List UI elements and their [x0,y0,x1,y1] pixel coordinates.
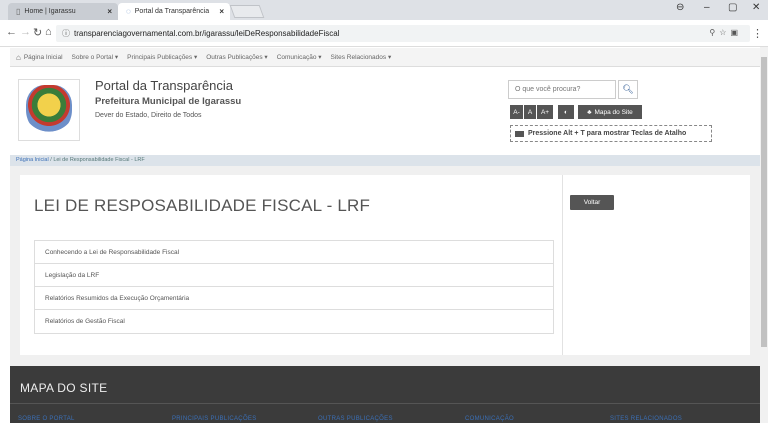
list-item-relatorios-resumidos[interactable]: Relatórios Resumidos da Execução Orçamen… [35,287,553,310]
breadcrumb-home[interactable]: Página Inicial [16,157,49,163]
menu-item-pagina-inicial[interactable]: Página Inicial [24,54,63,61]
site-top-menu: ⌂ Página Inicial Sobre o Portal ▾ Princi… [10,48,760,67]
close-tab-icon[interactable]: × [107,7,112,16]
star-icon[interactable]: ☆ [719,28,730,37]
page-icon: ▯ [16,7,21,16]
search-icon: 🔍︎ [622,84,634,94]
menu-item-comunicacao[interactable]: Comunicação ▾ [277,53,322,61]
site-map-button[interactable]: ♣ Mapa do Site [578,105,642,119]
zoom-icon[interactable]: ⚲ [709,28,719,37]
hotkeys-text: Pressione Alt + T para mostrar Teclas de… [528,130,687,137]
maximize-icon[interactable]: ▢ [728,2,737,13]
portal-title[interactable]: Portal da Transparência [95,78,233,93]
hotkeys-hint[interactable]: Pressione Alt + T para mostrar Teclas de… [510,125,712,142]
lrf-link-list: Conhecendo a Lei de Responsabilidade Fis… [34,240,554,334]
loading-icon: ◌ [126,7,131,16]
list-item-relatorios-gestao-fiscal[interactable]: Relatórios de Gestão Fiscal [35,310,553,333]
scrollbar-thumb[interactable] [761,57,767,347]
list-item-legislacao-lrf[interactable]: Legislação da LRF [35,264,553,287]
tab-label: Home | Igarassu [24,8,76,15]
home-icon[interactable]: ⌂ [45,26,52,38]
site-map-label: Mapa do Site [594,108,633,116]
url-text: transparenciagovernamental.com.br/igaras… [74,29,340,38]
keyboard-icon [515,130,524,137]
back-button[interactable]: Voltar [570,195,614,210]
footer-link-comunicacao[interactable]: COMUNICAÇÃO [465,416,514,422]
menu-item-sobre-o-portal[interactable]: Sobre o Portal ▾ [72,53,119,61]
column-divider [562,175,563,355]
menu-item-outras-publicacoes[interactable]: Outras Publicações ▾ [206,53,267,61]
menu-icon[interactable]: ⋮ [752,27,763,40]
site-map-footer: MAPA DO SITE SOBRE O PORTAL PRINCIPAIS P… [10,366,760,423]
breadcrumb: Página Inicial / Lei de Responsabilidade… [10,155,760,166]
forward-icon[interactable]: → [20,26,31,38]
reload-icon[interactable]: ↻ [33,26,42,39]
footer-divider [10,403,760,404]
address-bar-row: ← → ↻ ⌂ ⓘ transparenciagovernamental.com… [0,20,768,47]
municipality-name: Prefeitura Municipal de Igarassu [95,96,242,107]
footer-title: MAPA DO SITE [20,381,108,395]
new-tab-button[interactable] [229,5,265,18]
contrast-button[interactable]: ◐ [558,105,574,119]
search-button[interactable]: 🔍︎ [618,80,638,99]
sitemap-icon: ♣ [587,108,592,116]
search-input[interactable]: O que você procura? [508,80,616,99]
home-icon: ⌂ [16,52,21,62]
profile-icon[interactable]: ⊖ [676,2,684,13]
coat-of-arms-logo[interactable] [18,79,80,141]
minimize-icon[interactable]: – [704,2,710,13]
site-header: Portal da Transparência Prefeitura Munic… [10,67,760,155]
breadcrumb-current: Lei de Responsabilidade Fiscal - LRF [53,157,145,163]
close-tab-icon[interactable]: × [219,7,224,16]
font-decrease-button[interactable]: A- [510,105,523,119]
info-icon[interactable]: ⓘ [62,28,70,39]
portal-motto: Dever do Estado, Direito de Todos [95,112,202,119]
font-reset-button[interactable]: A [524,105,536,119]
url-actions: ⚲☆▣ [709,28,742,37]
close-window-icon[interactable]: ✕ [752,2,760,13]
font-increase-button[interactable]: A+ [537,105,553,119]
menu-item-sites-relacionados[interactable]: Sites Relacionados ▾ [331,53,392,61]
menu-item-principais-publicacoes[interactable]: Principais Publicações ▾ [127,53,197,61]
page-title: LEI DE RESPOSABILIDADE FISCAL - LRF [34,196,371,215]
footer-link-sites-relacionados[interactable]: SITES RELACIONADOS [610,416,682,422]
footer-link-principais-publicacoes[interactable]: PRINCIPAIS PUBLICAÇÕES [172,416,257,422]
browser-tab-bar: ▯ Home | Igarassu × ◌ Portal da Transpar… [0,0,768,20]
footer-link-sobre-o-portal[interactable]: SOBRE O PORTAL [18,416,75,422]
tab-home-igarassu[interactable]: ▯ Home | Igarassu × [8,3,118,20]
list-item-conhecendo-lrf[interactable]: Conhecendo a Lei de Responsabilidade Fis… [35,241,553,264]
footer-link-outras-publicacoes[interactable]: OUTRAS PUBLICAÇÕES [318,416,393,422]
url-field[interactable]: ⓘ transparenciagovernamental.com.br/igar… [56,25,750,42]
back-icon[interactable]: ← [6,26,17,38]
tab-label: Portal da Transparência [134,8,210,15]
tab-portal-transparencia[interactable]: ◌ Portal da Transparência × [118,3,230,20]
extension-icon[interactable]: ▣ [730,28,742,37]
